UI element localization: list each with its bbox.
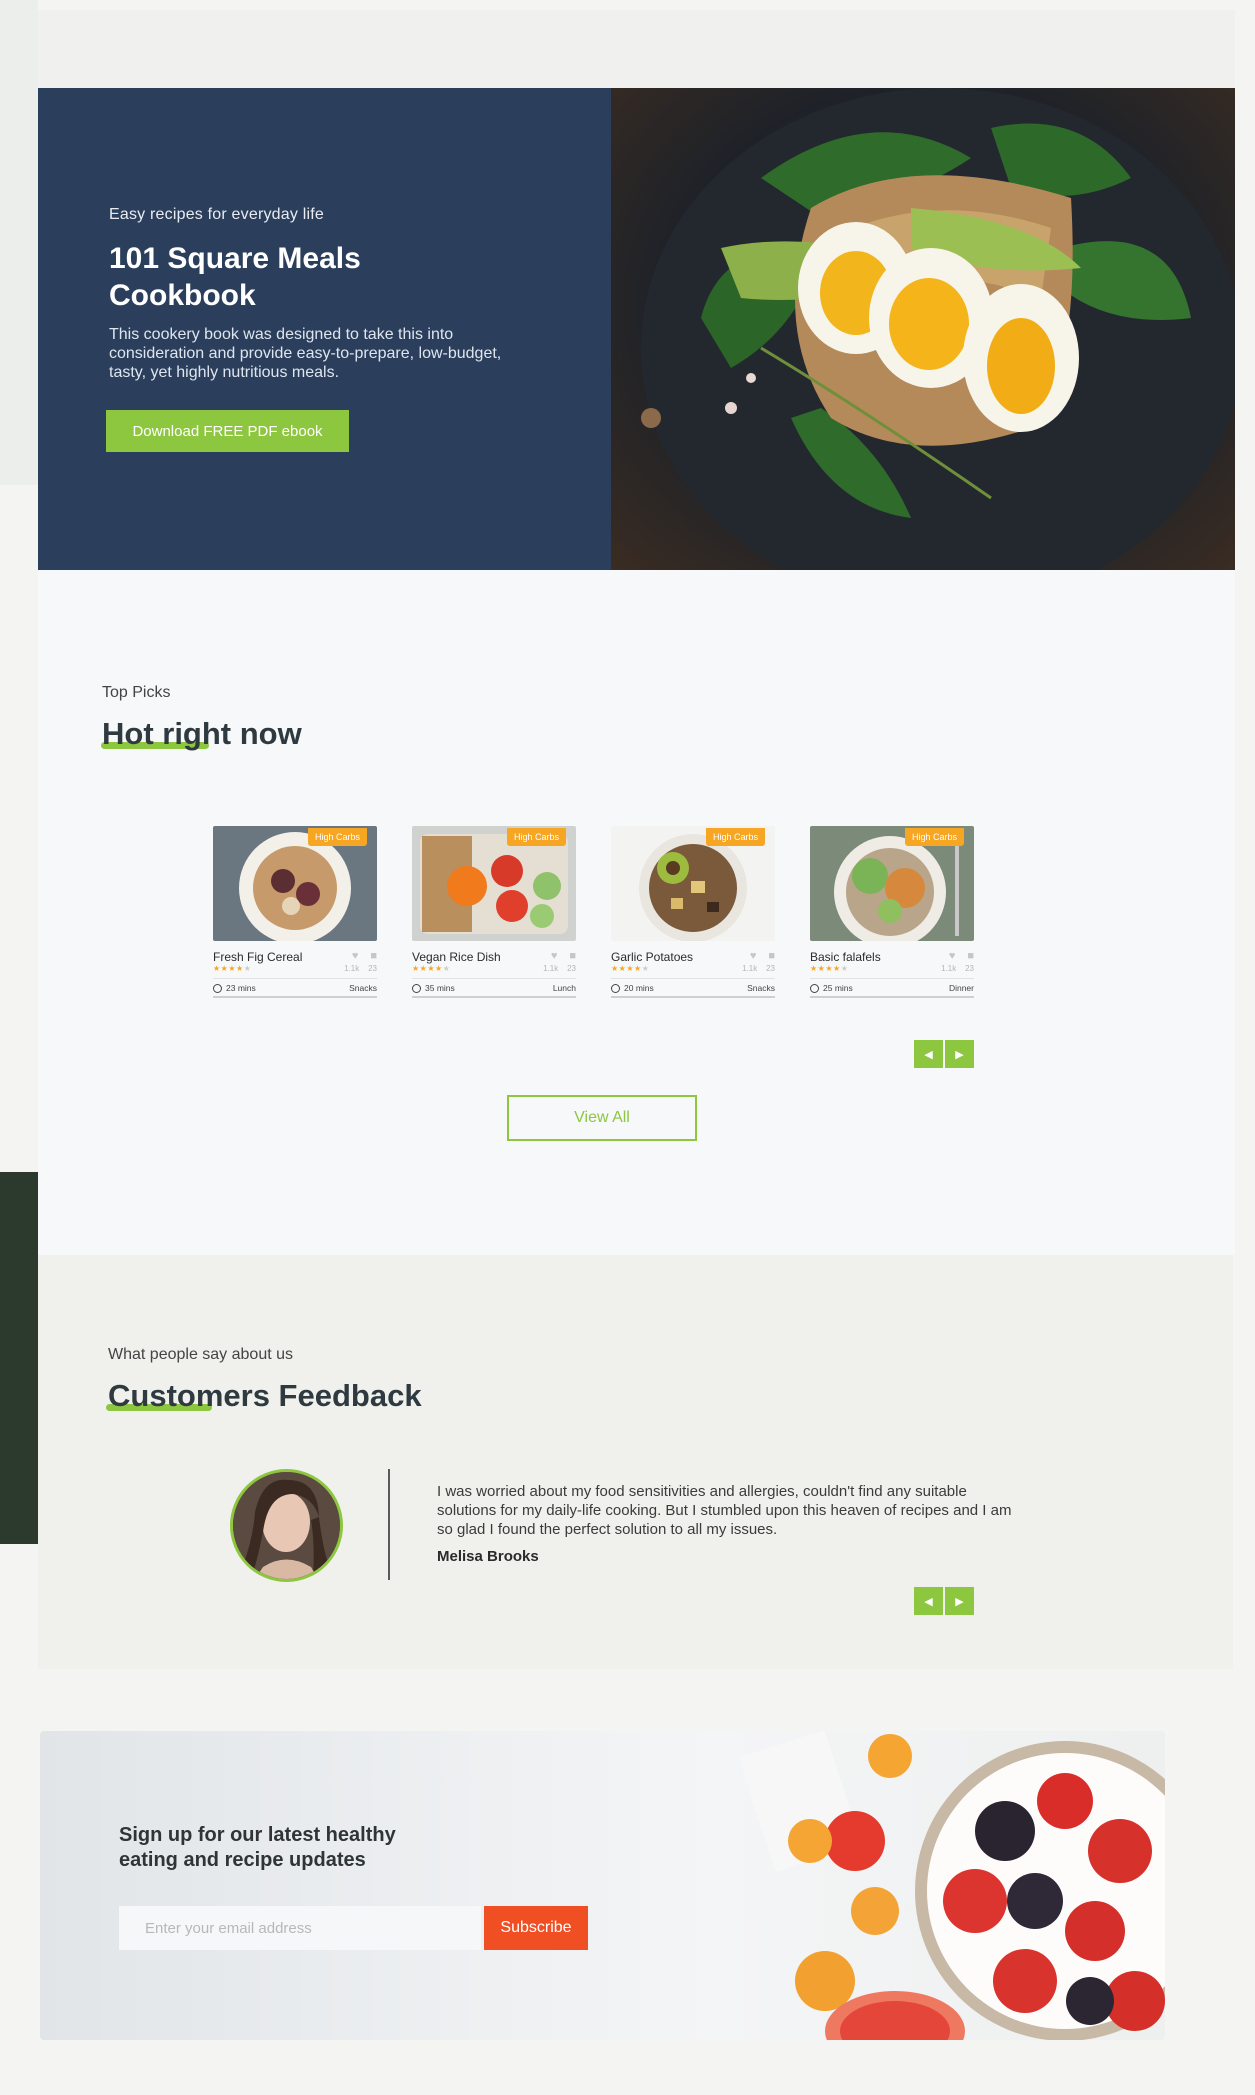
likes-count: 1.1k xyxy=(543,964,559,973)
page: Easy recipes for everyday life 101 Squar… xyxy=(0,0,1255,2095)
cook-time: 20 mins xyxy=(624,983,654,993)
hero-food-image xyxy=(611,88,1235,570)
hero-description: This cookery book was designed to take t… xyxy=(109,326,502,381)
subscribe-button[interactable]: Subscribe xyxy=(484,1906,588,1950)
recipe-badge: High Carbs xyxy=(506,828,566,846)
rating-stars: ★★★★★ xyxy=(611,964,650,973)
cook-time: 35 mins xyxy=(425,983,455,993)
recipe-name: Garlic Potatoes xyxy=(611,950,694,964)
recipe-category: Snacks xyxy=(349,983,377,993)
clock-icon xyxy=(412,983,421,993)
email-input[interactable] xyxy=(119,1906,481,1950)
heart-icon[interactable]: ♥ xyxy=(949,950,956,962)
recipe-carousel-controls: ◀ ▶ xyxy=(914,1040,974,1068)
hero-title: 101 Square Meals Cookbook xyxy=(109,242,361,312)
comments-count: 23 xyxy=(766,964,775,973)
comments-count: 23 xyxy=(965,964,974,973)
likes-count: 1.1k xyxy=(742,964,758,973)
recipe-name: Basic falafels xyxy=(810,950,881,964)
clock-icon xyxy=(810,983,819,993)
next-arrow-button[interactable]: ▶ xyxy=(945,1040,974,1068)
recipe-badge: High Carbs xyxy=(705,828,765,846)
recipe-badge: High Carbs xyxy=(307,828,367,846)
view-all-button[interactable]: View All xyxy=(507,1095,697,1141)
left-background xyxy=(0,0,38,485)
hero-section: Easy recipes for everyday life 101 Squar… xyxy=(38,88,1235,570)
testimonial-author: Melisa Brooks xyxy=(437,1548,539,1565)
top-picks-title: Hot right now xyxy=(102,716,302,751)
customer-avatar xyxy=(230,1469,343,1582)
newsletter-section: Sign up for our latest healthy eating an… xyxy=(40,1731,1165,2040)
comment-icon[interactable]: ■ xyxy=(768,950,775,962)
next-arrow-button[interactable]: ▶ xyxy=(945,1587,974,1615)
comments-count: 23 xyxy=(567,964,576,973)
hero-text-panel: Easy recipes for everyday life 101 Squar… xyxy=(38,88,611,570)
likes-count: 1.1k xyxy=(941,964,957,973)
recipe-cards: High Carbs Fresh Fig Cereal ♥ ■ ★★★★★ 1.1… xyxy=(213,826,974,998)
comment-icon[interactable]: ■ xyxy=(967,950,974,962)
download-ebook-button[interactable]: Download FREE PDF ebook xyxy=(106,410,349,452)
recipe-name: Fresh Fig Cereal xyxy=(213,950,303,964)
top-band xyxy=(38,10,1235,88)
comment-icon[interactable]: ■ xyxy=(569,950,576,962)
cook-time: 23 mins xyxy=(226,983,256,993)
likes-count: 1.1k xyxy=(344,964,360,973)
recipe-card[interactable]: High Carbs Garlic Potatoes ♥ ■ ★★★★★ 1.1k… xyxy=(611,826,775,998)
recipe-category: Lunch xyxy=(552,983,576,993)
newsletter-title: Sign up for our latest healthy eating an… xyxy=(119,1824,396,1871)
heart-icon[interactable]: ♥ xyxy=(750,950,757,962)
recipe-name: Vegan Rice Dish xyxy=(412,950,501,964)
fruit-bowl-illustration xyxy=(738,1731,1165,2040)
clock-icon xyxy=(213,983,222,993)
heart-icon[interactable]: ♥ xyxy=(352,950,359,962)
prev-arrow-button[interactable]: ◀ xyxy=(914,1040,943,1068)
recipe-card[interactable]: High Carbs Fresh Fig Cereal ♥ ■ ★★★★★ 1.1… xyxy=(213,826,377,998)
heart-icon[interactable]: ♥ xyxy=(551,950,558,962)
rating-stars: ★★★★★ xyxy=(412,964,451,973)
testimonial-quote: I was worried about my food sensitivitie… xyxy=(437,1483,1012,1538)
comment-icon[interactable]: ■ xyxy=(370,950,377,962)
cook-time: 25 mins xyxy=(823,983,853,993)
rating-stars: ★★★★★ xyxy=(810,964,849,973)
prev-arrow-button[interactable]: ◀ xyxy=(914,1587,943,1615)
recipe-image: High Carbs xyxy=(412,826,576,941)
recipe-card[interactable]: High Carbs Basic falafels ♥ ■ ★★★★★ 1.1k … xyxy=(810,826,974,998)
top-picks-subtitle: Top Picks xyxy=(102,684,171,701)
recipe-image: High Carbs xyxy=(213,826,377,941)
clock-icon xyxy=(611,983,620,993)
recipe-image: High Carbs xyxy=(810,826,974,941)
feedback-subtitle: What people say about us xyxy=(108,1346,294,1363)
side-accent xyxy=(0,1172,38,1544)
comments-count: 23 xyxy=(368,964,377,973)
recipe-card[interactable]: High Carbs Vegan Rice Dish ♥ ■ ★★★★★ 1.1k… xyxy=(412,826,576,998)
feedback-carousel-controls: ◀ ▶ xyxy=(914,1587,974,1615)
divider xyxy=(388,1469,390,1580)
hero-tagline: Easy recipes for everyday life xyxy=(109,206,324,223)
recipe-category: Snacks xyxy=(747,983,775,993)
recipe-category: Dinner xyxy=(948,983,974,993)
feedback-title: Customers Feedback xyxy=(108,1378,422,1413)
feedback-section xyxy=(38,1255,1233,1669)
egg-toast-illustration xyxy=(641,88,1235,570)
recipe-image: High Carbs xyxy=(611,826,775,941)
recipe-badge: High Carbs xyxy=(904,828,964,846)
rating-stars: ★★★★★ xyxy=(213,964,252,973)
